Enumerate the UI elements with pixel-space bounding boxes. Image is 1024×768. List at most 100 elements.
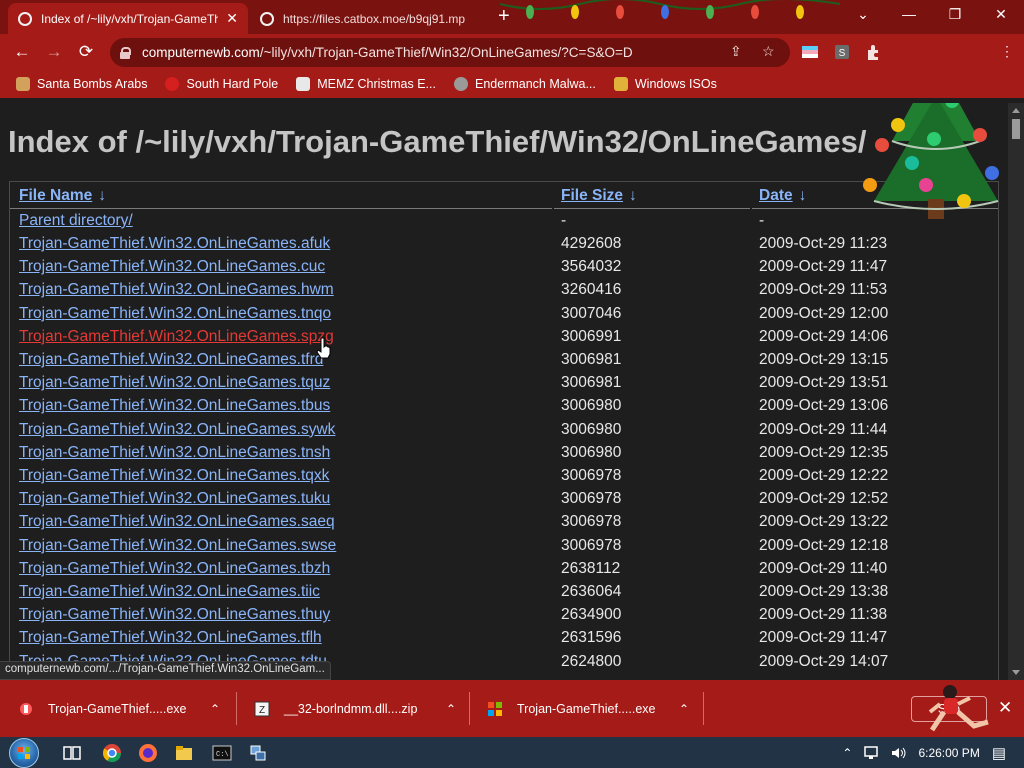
- tab-strip: Index of /~lily/vxh/Trojan-GameThief ✕ h…: [0, 0, 1024, 34]
- bookmark-endermanch-malware[interactable]: Endermanch Malwa...: [453, 77, 596, 91]
- file-date: 2009-Oct-29 12:35: [759, 443, 889, 461]
- parent-directory-link[interactable]: Parent directory/: [19, 212, 133, 230]
- forward-button[interactable]: →: [42, 40, 66, 64]
- file-size: 3006978: [561, 490, 622, 508]
- start-button[interactable]: [9, 738, 39, 768]
- bookmark-memz-christmas[interactable]: MEMZ Christmas E...: [296, 77, 436, 91]
- bookmark-label: Windows ISOs: [634, 77, 717, 91]
- url-path: /~lily/vxh/Trojan-GameThief/Win32/OnLine…: [259, 45, 633, 60]
- table-row: Trojan-GameThief.Win32.OnLineGames.sywk 3…: [10, 419, 998, 442]
- command-prompt-icon[interactable]: C:\: [212, 743, 232, 763]
- bookmark-label: South Hard Pole: [186, 77, 279, 91]
- download-filename: Trojan-GameThief.....exe: [517, 701, 656, 716]
- file-date: 2009-Oct-29 11:47: [759, 258, 888, 276]
- file-date: 2009-Oct-29 12:18: [759, 536, 889, 554]
- file-link[interactable]: Trojan-GameThief.Win32.OnLineGames.tbzh: [19, 560, 330, 578]
- back-button[interactable]: ←: [10, 40, 34, 64]
- table-row: Trojan-GameThief.Win32.OnLineGames.tbus 3…: [10, 395, 998, 418]
- url-text[interactable]: computernewb.com/~lily/vxh/Trojan-GameTh…: [142, 45, 633, 60]
- file-explorer-icon[interactable]: [174, 743, 194, 763]
- file-link[interactable]: Trojan-GameThief.Win32.OnLineGames.tquz: [19, 374, 330, 392]
- close-downloads-icon[interactable]: ✕: [998, 698, 1012, 718]
- chevron-up-icon[interactable]: ⌃: [446, 702, 456, 716]
- chevron-up-icon[interactable]: ⌃: [210, 702, 220, 716]
- address-bar[interactable]: computernewb.com/~lily/vxh/Trojan-GameTh…: [110, 38, 790, 67]
- bookmark-icon: [16, 77, 30, 91]
- file-link[interactable]: Trojan-GameThief.Win32.OnLineGames.hwm: [19, 281, 334, 299]
- bookmarks-bar: Santa Bombs Arabs South Hard Pole MEMZ C…: [0, 70, 1024, 98]
- network-app-icon[interactable]: [248, 743, 268, 763]
- file-date: 2009-Oct-29 11:53: [759, 281, 888, 299]
- file-link[interactable]: Trojan-GameThief.Win32.OnLineGames.tiic: [19, 583, 320, 601]
- download-item[interactable]: Trojan-GameThief.....exe ⌃: [0, 680, 236, 737]
- new-tab-button[interactable]: +: [498, 6, 510, 26]
- download-filename: __32-borlndmm.dll....zip: [284, 701, 418, 716]
- extension-s-icon[interactable]: S: [832, 42, 852, 62]
- chrome-icon[interactable]: [102, 743, 122, 763]
- tray-overflow-icon[interactable]: ⌃: [842, 746, 852, 760]
- bookmark-icon: [453, 77, 468, 91]
- file-link[interactable]: Trojan-GameThief.Win32.OnLineGames.sywk: [19, 421, 335, 439]
- bookmark-star-icon[interactable]: ☆: [762, 43, 775, 60]
- tab-catbox[interactable]: https://files.catbox.moe/b9qj91.mp: [250, 3, 488, 34]
- menu-dots-icon[interactable]: ⋮: [1000, 43, 1014, 60]
- svg-text:S: S: [839, 48, 846, 59]
- bookmark-south-hard-pole[interactable]: South Hard Pole: [165, 77, 278, 91]
- scroll-down-arrow-icon[interactable]: [1012, 670, 1020, 675]
- file-date: -: [759, 212, 765, 229]
- file-date: 2009-Oct-29 12:00: [759, 304, 889, 322]
- file-link[interactable]: Trojan-GameThief.Win32.OnLineGames.tfrd: [19, 351, 323, 369]
- sort-arrow-icon: ↓: [629, 187, 637, 204]
- column-header-file-name[interactable]: File Name ↓: [19, 187, 106, 205]
- file-size: 3006991: [561, 327, 622, 345]
- downloads-shelf: Trojan-GameThief.....exe ⌃ Z __32-borlnd…: [0, 680, 1024, 737]
- chevron-up-icon[interactable]: ⌃: [679, 702, 689, 716]
- close-tab-icon[interactable]: ✕: [226, 10, 238, 27]
- file-link[interactable]: Trojan-GameThief.Win32.OnLineGames.spzg: [19, 328, 334, 346]
- file-link[interactable]: Trojan-GameThief.Win32.OnLineGames.tflh: [19, 629, 322, 647]
- file-link[interactable]: Trojan-GameThief.Win32.OnLineGames.swse: [19, 537, 336, 555]
- firefox-icon[interactable]: [138, 743, 158, 763]
- column-header-file-size[interactable]: File Size ↓: [561, 187, 637, 205]
- file-listing-table: File Name ↓ File Size ↓ Date ↓ Parent direc…: [9, 181, 999, 680]
- url-host: computernewb.com: [142, 45, 260, 60]
- network-icon[interactable]: [864, 745, 882, 761]
- notifications-icon[interactable]: ▤: [992, 744, 1006, 762]
- maximize-button[interactable]: ❐: [932, 0, 978, 30]
- close-window-button[interactable]: ✕: [978, 0, 1024, 30]
- extension-flag-icon[interactable]: [800, 42, 820, 62]
- table-row: Trojan-GameThief.Win32.OnLineGames.tiic 2…: [10, 581, 998, 604]
- file-link[interactable]: Trojan-GameThief.Win32.OnLineGames.tnqo: [19, 305, 331, 323]
- file-link[interactable]: Trojan-GameThief.Win32.OnLineGames.tqxk: [19, 467, 329, 485]
- tab-search-button[interactable]: ⌄: [840, 0, 886, 30]
- reload-button[interactable]: ⟳: [74, 40, 98, 64]
- volume-icon[interactable]: [890, 745, 908, 761]
- table-row: Trojan-GameThief.Win32.OnLineGames.tflh 2…: [10, 627, 998, 650]
- window-controls: ⌄ — ❐ ✕: [840, 0, 1024, 30]
- file-link[interactable]: Trojan-GameThief.Win32.OnLineGames.tnsh: [19, 444, 330, 462]
- file-link[interactable]: Trojan-GameThief.Win32.OnLineGames.saeq: [19, 513, 335, 531]
- bookmark-windows-isos[interactable]: Windows ISOs: [613, 77, 717, 91]
- column-header-date[interactable]: Date ↓: [759, 187, 806, 205]
- puzzle-extensions-icon[interactable]: [864, 42, 884, 62]
- tab-index-listing[interactable]: Index of /~lily/vxh/Trojan-GameThief ✕: [8, 3, 248, 34]
- file-date: 2009-Oct-29 14:07: [759, 652, 889, 670]
- file-link[interactable]: Trojan-GameThief.Win32.OnLineGames.thuy: [19, 606, 330, 624]
- file-link[interactable]: Trojan-GameThief.Win32.OnLineGames.tuku: [19, 490, 330, 508]
- page-scrollbar[interactable]: [1008, 103, 1024, 680]
- download-item[interactable]: Trojan-GameThief.....exe ⌃: [469, 680, 703, 737]
- hand-cursor-icon: [316, 337, 331, 359]
- bookmark-santa-bombs-arabs[interactable]: Santa Bombs Arabs: [16, 77, 147, 91]
- file-size: 3006978: [561, 513, 622, 531]
- file-link[interactable]: Trojan-GameThief.Win32.OnLineGames.afuk: [19, 235, 330, 253]
- taskbar-clock[interactable]: 6:26:00 PM: [918, 746, 979, 760]
- windows-logo-icon: [18, 747, 30, 759]
- download-item[interactable]: Z __32-borlndmm.dll....zip ⌃: [236, 680, 469, 737]
- scrollbar-thumb[interactable]: [1012, 119, 1020, 139]
- task-view-icon[interactable]: [62, 743, 82, 763]
- scroll-up-arrow-icon[interactable]: [1012, 108, 1020, 113]
- file-link[interactable]: Trojan-GameThief.Win32.OnLineGames.tbus: [19, 397, 330, 415]
- minimize-button[interactable]: —: [886, 0, 932, 30]
- file-link[interactable]: Trojan-GameThief.Win32.OnLineGames.cuc: [19, 258, 325, 276]
- share-icon[interactable]: ⇪: [730, 43, 742, 60]
